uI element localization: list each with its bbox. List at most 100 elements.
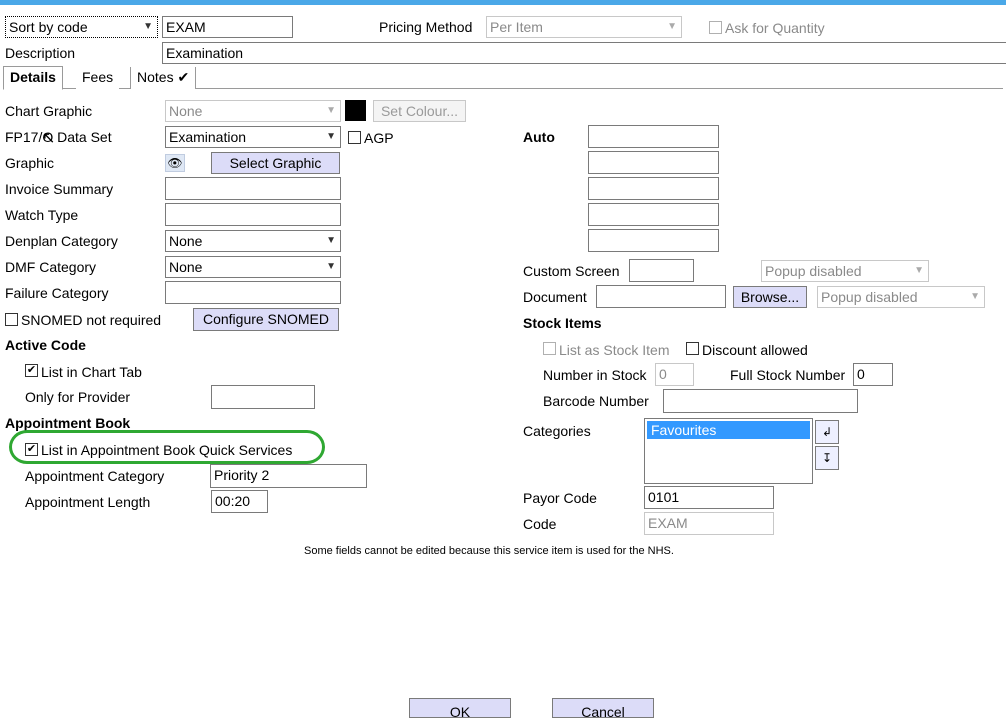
tab-details-label: Details [10, 69, 56, 85]
chevron-down-icon: ▼ [326, 105, 336, 116]
pricing-method-label: Pricing Method [379, 19, 473, 35]
appt-length-input[interactable]: 00:20 [211, 490, 268, 513]
snomed-label: SNOMED not required [21, 312, 162, 328]
chevron-down-icon: ▼ [667, 21, 677, 32]
sort-select-value: Sort by code [9, 19, 88, 35]
chevron-down-icon: ▼ [326, 261, 336, 272]
quick-services-label: List in Appointment Book Quick Services [41, 442, 293, 458]
chart-graphic-label: Chart Graphic [5, 103, 93, 119]
category-item-favourites[interactable]: Favourites [647, 421, 810, 439]
categories-list[interactable]: Favourites [644, 418, 813, 484]
sort-select[interactable]: Sort by code ▼ [5, 16, 158, 38]
number-stock-input[interactable]: 0 [655, 363, 694, 386]
code-input[interactable]: EXAM [162, 16, 293, 38]
only-provider-input[interactable] [211, 385, 315, 409]
payor-code-input[interactable]: 0101 [644, 486, 774, 509]
appt-category-input[interactable]: Priority 2 [210, 464, 367, 488]
cancel-button[interactable]: Cancel [552, 698, 654, 720]
fp17-label: FP17/O Data Set [5, 129, 112, 145]
invoice-summary-label: Invoice Summary [5, 181, 114, 197]
snomed-checkbox[interactable] [5, 313, 18, 326]
fp17-select[interactable]: Examination ▼ [165, 126, 341, 148]
list-chart-tab-label: List in Chart Tab [41, 364, 142, 380]
select-graphic-button[interactable]: Select Graphic [211, 152, 340, 174]
barcode-input[interactable] [663, 389, 858, 413]
failure-label: Failure Category [5, 285, 109, 301]
discount-checkbox[interactable] [686, 342, 699, 355]
dmf-select[interactable]: None ▼ [165, 256, 341, 278]
document-label: Document [523, 289, 587, 305]
discount-label: Discount allowed [702, 342, 808, 358]
fp17-value: Examination [169, 129, 247, 145]
chevron-down-icon: ▼ [970, 291, 980, 302]
description-label: Description [5, 45, 76, 61]
document-input[interactable] [596, 285, 726, 308]
list-chart-tab-checkbox[interactable]: ✔ [25, 364, 38, 377]
agp-label: AGP [364, 130, 394, 146]
invoice-summary-input[interactable] [165, 177, 341, 200]
nhs-notice: Some fields cannot be edited because thi… [304, 545, 674, 557]
payor-code-label: Payor Code [523, 490, 597, 506]
stock-items-heading: Stock Items [523, 315, 602, 331]
chevron-down-icon: ▼ [326, 235, 336, 246]
chevron-down-icon: ▼ [914, 265, 924, 276]
tab-notes[interactable]: Notes ✔ [130, 67, 197, 89]
quick-services-checkbox[interactable]: ✔ [25, 443, 38, 456]
list-stock-checkbox[interactable] [543, 342, 556, 355]
pricing-method-select[interactable]: Per Item ▼ [486, 16, 682, 38]
popup-select-1-value: Popup disabled [765, 263, 862, 279]
auto-input-1[interactable] [588, 125, 719, 148]
categories-label: Categories [523, 423, 591, 439]
ok-button[interactable]: OK [409, 698, 511, 720]
watch-type-label: Watch Type [5, 207, 79, 223]
tab-fees-label: Fees [82, 69, 114, 85]
denplan-label: Denplan Category [5, 233, 118, 249]
code-label: Code [523, 516, 557, 532]
custom-screen-label: Custom Screen [523, 263, 620, 279]
popup-select-1[interactable]: Popup disabled ▼ [761, 260, 929, 282]
watch-type-input[interactable] [165, 203, 341, 226]
pricing-method-value: Per Item [490, 19, 543, 35]
popup-select-2[interactable]: Popup disabled ▼ [817, 286, 985, 308]
number-stock-label: Number in Stock [543, 367, 647, 383]
failure-input[interactable] [165, 281, 341, 304]
colour-swatch [345, 100, 366, 121]
chevron-down-icon: ▼ [143, 21, 153, 32]
custom-screen-input[interactable] [629, 259, 694, 282]
agp-checkbox[interactable] [348, 131, 361, 144]
auto-input-2[interactable] [588, 151, 719, 174]
dmf-value: None [169, 259, 203, 275]
auto-input-4[interactable] [588, 203, 719, 226]
only-provider-label: Only for Provider [25, 389, 131, 405]
eye-icon[interactable]: 👁 [165, 154, 185, 172]
denplan-value: None [169, 233, 203, 249]
chart-graphic-select[interactable]: None ▼ [165, 100, 341, 122]
tab-details[interactable]: Details [3, 66, 63, 90]
ask-quantity-checkbox[interactable] [709, 21, 722, 34]
popup-select-2-value: Popup disabled [821, 289, 918, 305]
configure-snomed-button[interactable]: Configure SNOMED [193, 308, 339, 331]
ask-quantity-label: Ask for Quantity [725, 20, 825, 36]
set-colour-button[interactable]: Set Colour... [373, 100, 466, 122]
full-stock-label: Full Stock Number [730, 367, 846, 383]
barcode-label: Barcode Number [543, 393, 649, 409]
code-readonly-input: EXAM [644, 512, 774, 535]
full-stock-input[interactable]: 0 [853, 363, 893, 386]
tab-fees[interactable]: Fees [76, 67, 120, 89]
tab-notes-label: Notes ✔ [137, 69, 190, 85]
remove-category-icon[interactable]: ↧ [815, 446, 839, 470]
mouse-cursor-icon: ↖ [42, 130, 56, 147]
list-stock-label: List as Stock Item [559, 342, 670, 358]
auto-label: Auto [523, 129, 555, 145]
add-category-icon[interactable]: ↲ [815, 420, 839, 444]
denplan-select[interactable]: None ▼ [165, 230, 341, 252]
chart-graphic-value: None [169, 103, 203, 119]
dmf-label: DMF Category [5, 259, 97, 275]
appt-length-label: Appointment Length [25, 494, 151, 510]
window-top-bar [0, 0, 1006, 5]
browse-button[interactable]: Browse... [733, 286, 807, 308]
description-input[interactable]: Examination [162, 42, 1006, 64]
auto-input-5[interactable] [588, 229, 719, 252]
appt-category-label: Appointment Category [25, 468, 165, 484]
auto-input-3[interactable] [588, 177, 719, 200]
